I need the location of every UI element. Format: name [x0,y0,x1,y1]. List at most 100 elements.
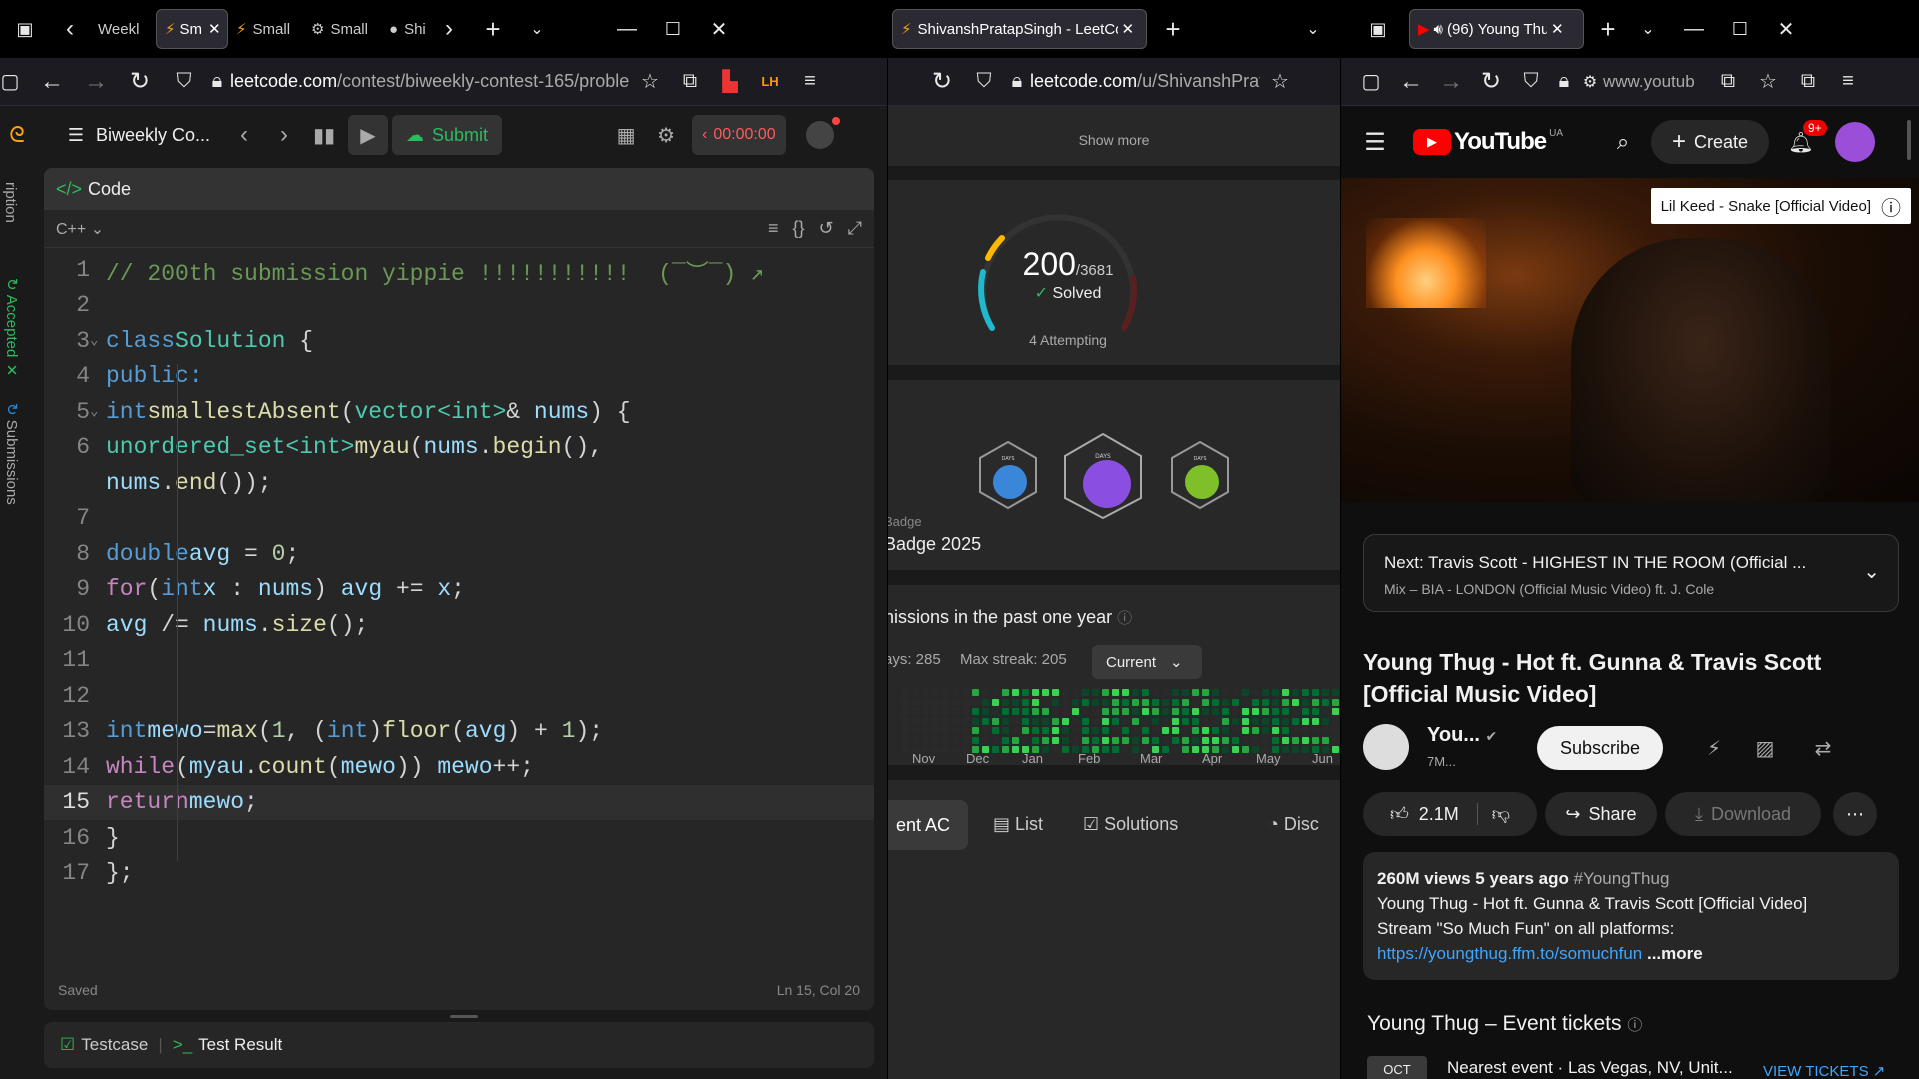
stream-link[interactable]: https://youngthug.ffm.to/somuchfun [1377,944,1642,963]
heatmap-cell[interactable] [1172,746,1179,753]
heatmap-cell[interactable] [1312,736,1319,744]
heatmap-cell[interactable] [1012,698,1019,706]
heatmap-cell[interactable] [902,689,909,696]
heatmap-cell[interactable] [1232,698,1239,706]
up-next-card[interactable]: Next: Travis Scott - HIGHEST IN THE ROOM… [1363,534,1899,612]
view-tickets-link[interactable]: VIEW TICKETS ↗ [1763,1062,1885,1079]
heatmap-cell[interactable] [912,717,919,725]
run-icon[interactable]: ▶ [348,115,388,155]
heatmap-cell[interactable] [1232,727,1239,734]
extensions-icon[interactable]: ⧉ [670,62,710,102]
account-avatar[interactable] [1835,122,1875,162]
heatmap-cell[interactable] [1032,727,1039,734]
shield-icon[interactable]: ⛉ [964,62,1004,102]
chevron-down-icon[interactable]: ⌄ [1863,559,1880,584]
layout-icon[interactable]: ▦ [606,115,646,155]
heatmap-cell[interactable] [1252,689,1259,696]
heatmap-cell[interactable] [1042,708,1049,715]
heatmap-cell[interactable] [1172,698,1179,706]
heatmap-cell[interactable] [1192,698,1199,706]
heatmap-cell[interactable] [1302,708,1309,715]
permissions-icon[interactable]: ⚙ [1577,62,1603,102]
close-tab-icon[interactable]: ✕ [1551,20,1564,38]
shield-icon[interactable]: ⛉ [164,62,204,102]
heatmap-cell[interactable] [912,708,919,715]
heatmap-cell[interactable] [1212,736,1219,744]
heatmap-cell[interactable] [1282,708,1289,715]
heatmap-cell[interactable] [1092,736,1099,744]
reset-icon[interactable]: ↺ [819,218,834,239]
heatmap-cell[interactable] [1172,717,1179,725]
new-tab-icon[interactable]: + [473,9,513,49]
heatmap-cell[interactable] [1292,698,1299,706]
heatmap-cell[interactable] [1042,698,1049,706]
heatmap-cell[interactable] [1102,698,1109,706]
reload-icon[interactable]: ↻ [1471,62,1511,102]
heatmap-cell[interactable] [1332,698,1339,706]
heatmap-cell[interactable] [1082,698,1089,706]
heatmap-cell[interactable] [1092,698,1099,706]
heatmap-cell[interactable] [902,698,909,706]
heatmap-cell[interactable] [1322,698,1329,706]
heatmap-cell[interactable] [1072,698,1079,706]
heatmap-cell[interactable] [1292,689,1299,696]
extension-red-icon[interactable]: ▙ [710,62,750,102]
heatmap-cell[interactable] [1102,689,1109,696]
heatmap-cell[interactable] [1202,717,1209,725]
heatmap-cell[interactable] [1332,717,1339,725]
heatmap-cell[interactable] [982,717,989,725]
heatmap-cell[interactable] [1312,708,1319,715]
submit-button[interactable]: ☁ Submit [392,115,503,155]
heatmap-cell[interactable] [982,727,989,734]
search-icon[interactable]: ⌕ [1603,122,1643,162]
loop-icon[interactable]: ⇄ [1803,728,1843,768]
heatmap-cell[interactable] [1242,698,1249,706]
heatmap-cell[interactable] [1272,717,1279,725]
heatmap-cell[interactable] [1252,698,1259,706]
heatmap-cell[interactable] [922,708,929,715]
heatmap-cell[interactable] [902,727,909,734]
heatmap-cell[interactable] [942,717,949,725]
heatmap-cell[interactable] [952,727,959,734]
heatmap-cell[interactable] [1022,736,1029,744]
heatmap-cell[interactable] [902,708,909,715]
heatmap-cell[interactable] [1122,736,1129,744]
close-tab-icon[interactable]: ✕ [208,20,221,38]
heatmap-cell[interactable] [992,689,999,696]
heatmap-cell[interactable] [1322,727,1329,734]
heatmap-cell[interactable] [1332,746,1339,753]
heatmap-cell[interactable] [1002,736,1009,744]
heatmap-cell[interactable] [1222,746,1229,753]
tab-github[interactable]: ● Shi [381,9,429,49]
info-icon[interactable]: ⓘ [1627,1017,1642,1034]
more-button[interactable]: ...more [1647,944,1703,963]
heatmap-cell[interactable] [1052,689,1059,696]
channel-avatar[interactable] [1363,724,1409,770]
heatmap-cell[interactable] [1102,717,1109,725]
heatmap-cell[interactable] [1152,698,1159,706]
close-accepted-icon[interactable]: ✕ [3,361,20,379]
heatmap-cell[interactable] [1172,727,1179,734]
heatmap-cell[interactable] [1242,736,1249,744]
heatmap-cell[interactable] [1312,698,1319,706]
heatmap-cell[interactable] [1122,727,1129,734]
heatmap-cell[interactable] [942,736,949,744]
tabs-scroll-left-icon[interactable]: ‹ [50,9,90,49]
heatmap-cell[interactable] [1142,717,1149,725]
page-scrollbar[interactable] [1907,120,1911,160]
sidebar-icon[interactable]: ▢ [0,62,20,102]
menu-icon[interactable]: ≡ [1828,62,1868,102]
heatmap-cell[interactable] [1012,746,1019,753]
heatmap-cell[interactable] [1272,708,1279,715]
heatmap-cell[interactable] [1292,746,1299,753]
channel-name[interactable]: You... ✔ [1427,724,1497,747]
discuss-tab[interactable]: ◔ Disc [1268,814,1319,835]
minimize-icon[interactable]: — [1674,9,1714,49]
heatmap-cell[interactable] [1282,727,1289,734]
heatmap-cell[interactable] [1142,689,1149,696]
heatmap-cell[interactable] [962,736,969,744]
heatmap-cell[interactable] [1092,708,1099,715]
heatmap-cell[interactable] [1222,689,1229,696]
heatmap-cell[interactable] [1292,717,1299,725]
heatmap-cell[interactable] [1222,698,1229,706]
